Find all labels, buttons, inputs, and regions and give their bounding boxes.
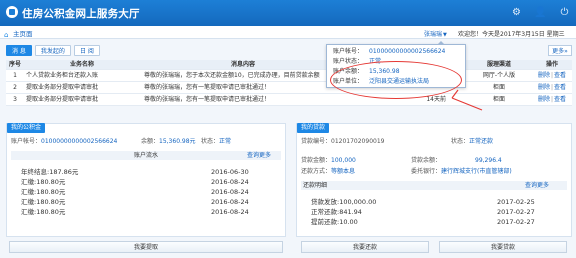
loan-panel-title: 我的贷款 [297, 123, 330, 133]
repay-button[interactable]: 我要还款 [301, 241, 429, 253]
repay-more-link[interactable]: 查询更多 [525, 181, 549, 190]
list-item: 汇缴:180.80元 [21, 188, 66, 196]
withdraw-button[interactable]: 我要提取 [9, 241, 283, 253]
list-item-date: 2017-02-25 [497, 198, 535, 206]
fund-status-info: 状态：正常 [201, 138, 232, 145]
list-item: 年终结息:187.86元 [21, 168, 79, 176]
list-item: 汇缴:180.80元 [21, 208, 66, 216]
list-item-date: 2016-06-30 [211, 168, 249, 176]
list-item-date: 2016-08-24 [211, 198, 249, 206]
loan-method-info: 还款方式：等额本息 [301, 168, 356, 175]
list-item-date: 2016-08-24 [211, 208, 249, 216]
fund-balance-info: 余额：15,360.98元 [141, 138, 196, 145]
list-item-date: 2017-02-27 [497, 208, 535, 216]
apply-loan-button[interactable]: 我要贷款 [439, 241, 567, 253]
loan-no-info: 贷款编号：01201702090019 [301, 138, 385, 145]
flow-more-link[interactable]: 查询更多 [247, 151, 271, 160]
list-item: 正常还款:841.94 [311, 208, 362, 216]
list-item: 汇缴:180.80元 [21, 198, 66, 206]
fund-panel-title: 我的公积金 [7, 123, 46, 133]
list-item: 提前还款:10.00 [311, 218, 358, 226]
loan-panel: 我的贷款 贷款编号：01201702090019 状态：正常还款 贷款金额：10… [296, 123, 572, 253]
fund-panel: 我的公积金 账户帐号：01000000000002566624 余额：15,36… [6, 123, 286, 253]
loan-amount-info: 贷款金额：100,000 [301, 157, 356, 164]
list-item-date: 2017-02-27 [497, 218, 535, 226]
list-item: 汇缴:180.80元 [21, 178, 66, 186]
fund-account-info: 账户帐号：01000000000002566624 [11, 138, 118, 145]
loan-bank-info: 委托银行：建行辉城支行(市直管辖部) [411, 168, 512, 175]
loan-remain-info: 贷款余额： 99,296.4 [411, 157, 502, 164]
loan-status-info: 状态：正常还款 [451, 138, 494, 145]
list-item: 贷款发放:100,000.00 [311, 198, 377, 206]
list-item-date: 2016-08-24 [211, 188, 249, 196]
flow-section-title: 账户流水 [11, 151, 281, 160]
list-item-date: 2016-08-24 [211, 178, 249, 186]
